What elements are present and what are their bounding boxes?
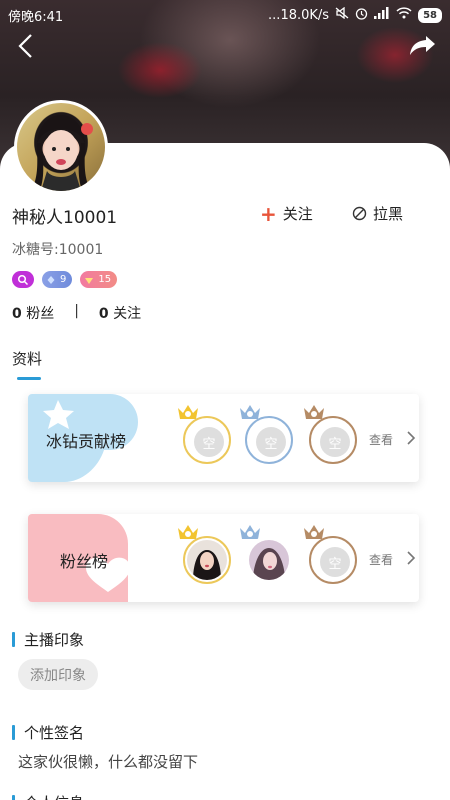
- view-rank-link[interactable]: 查看: [369, 431, 393, 448]
- fans-label: 粉丝: [26, 306, 55, 322]
- section-accent-bar: [12, 795, 15, 800]
- active-tab-indicator: [17, 377, 41, 380]
- personal-info-section-title: 个人信息: [12, 792, 84, 800]
- ban-icon: [352, 206, 367, 221]
- rank-title: 粉丝榜: [60, 552, 109, 571]
- network-speed: ...18.0K/s: [268, 7, 330, 23]
- empty-slot-label: 空: [194, 427, 224, 457]
- following-count: 0: [98, 306, 109, 322]
- block-button[interactable]: 拉黑: [352, 203, 403, 224]
- view-rank-link[interactable]: 查看: [369, 551, 393, 568]
- back-arrow-icon: [18, 34, 32, 58]
- wealth-level-badge: 15: [80, 271, 118, 288]
- rank-slot-1[interactable]: [183, 536, 231, 584]
- empty-slot-label: 空: [256, 427, 286, 457]
- rank-slot-2[interactable]: 空: [245, 416, 293, 464]
- diamond-level-badge: 9: [42, 271, 73, 288]
- fans-stat[interactable]: 0 粉丝: [12, 303, 54, 323]
- empty-slot-label: 空: [320, 547, 350, 577]
- search-badge: [12, 271, 34, 288]
- wifi-icon: [396, 7, 412, 23]
- fan-avatar: [187, 540, 227, 580]
- rank-slot-1[interactable]: 空: [183, 416, 231, 464]
- diamond-contribution-rank-card[interactable]: 冰钻贡献榜 空 空 空 查看: [28, 394, 419, 482]
- follow-stats: 0 粉丝 | 0 关注: [12, 303, 141, 323]
- plus-icon: +: [260, 201, 277, 226]
- status-bar: 傍晚6:41 ...18.0K/s 58: [0, 0, 450, 30]
- user-id: 冰糖号:10001: [12, 242, 104, 258]
- following-stat[interactable]: 0 关注: [99, 303, 141, 323]
- chevron-right-icon: [407, 551, 416, 565]
- follow-label: 关注: [282, 205, 313, 223]
- fan-avatar: [249, 540, 289, 580]
- chevron-right-icon: [407, 431, 416, 445]
- user-avatar[interactable]: [14, 100, 108, 194]
- rank-title: 冰钻贡献榜: [46, 432, 127, 451]
- signal-icon: [374, 7, 390, 23]
- rank-slot-2[interactable]: [245, 536, 293, 584]
- section-accent-bar: [12, 725, 15, 740]
- rank-slot-3[interactable]: 空: [309, 536, 357, 584]
- signature-text: 这家伙很懒，什么都没留下: [18, 753, 199, 771]
- signature-title: 个性签名: [24, 724, 85, 742]
- impression-title: 主播印象: [24, 631, 85, 649]
- block-label: 拉黑: [373, 205, 404, 223]
- signature-section-title: 个性签名: [12, 722, 84, 743]
- section-accent-bar: [12, 632, 15, 647]
- diamond-level-value: 9: [60, 274, 67, 285]
- badge-row: 9 15: [12, 271, 118, 288]
- avatar-face: [33, 115, 93, 191]
- wealth-level-value: 15: [98, 274, 112, 285]
- fans-rank-card[interactable]: 粉丝榜 空 查看: [28, 514, 419, 602]
- share-button[interactable]: [408, 32, 438, 60]
- user-nickname: 神秘人10001: [12, 208, 118, 228]
- back-button[interactable]: [14, 32, 42, 60]
- stats-separator: |: [74, 303, 79, 319]
- following-label: 关注: [113, 306, 142, 322]
- fans-count: 0: [12, 306, 22, 322]
- rank-slot-3[interactable]: 空: [309, 416, 357, 464]
- alarm-icon: [355, 7, 368, 24]
- follow-button[interactable]: + 关注: [260, 203, 313, 224]
- tab-profile-info[interactable]: 资料: [12, 348, 42, 369]
- search-icon: [17, 274, 29, 285]
- impression-section-title: 主播印象: [12, 629, 84, 650]
- add-impression-button[interactable]: 添加印象: [18, 659, 98, 690]
- empty-slot-label: 空: [320, 427, 350, 457]
- status-time: 傍晚6:41: [8, 9, 64, 25]
- personal-info-title: 个人信息: [24, 792, 84, 800]
- battery-indicator: 58: [418, 7, 442, 23]
- mute-icon: [335, 6, 349, 23]
- diamond-icon: [47, 275, 55, 284]
- share-icon: [410, 36, 435, 55]
- heart-diamond-icon: [85, 277, 94, 284]
